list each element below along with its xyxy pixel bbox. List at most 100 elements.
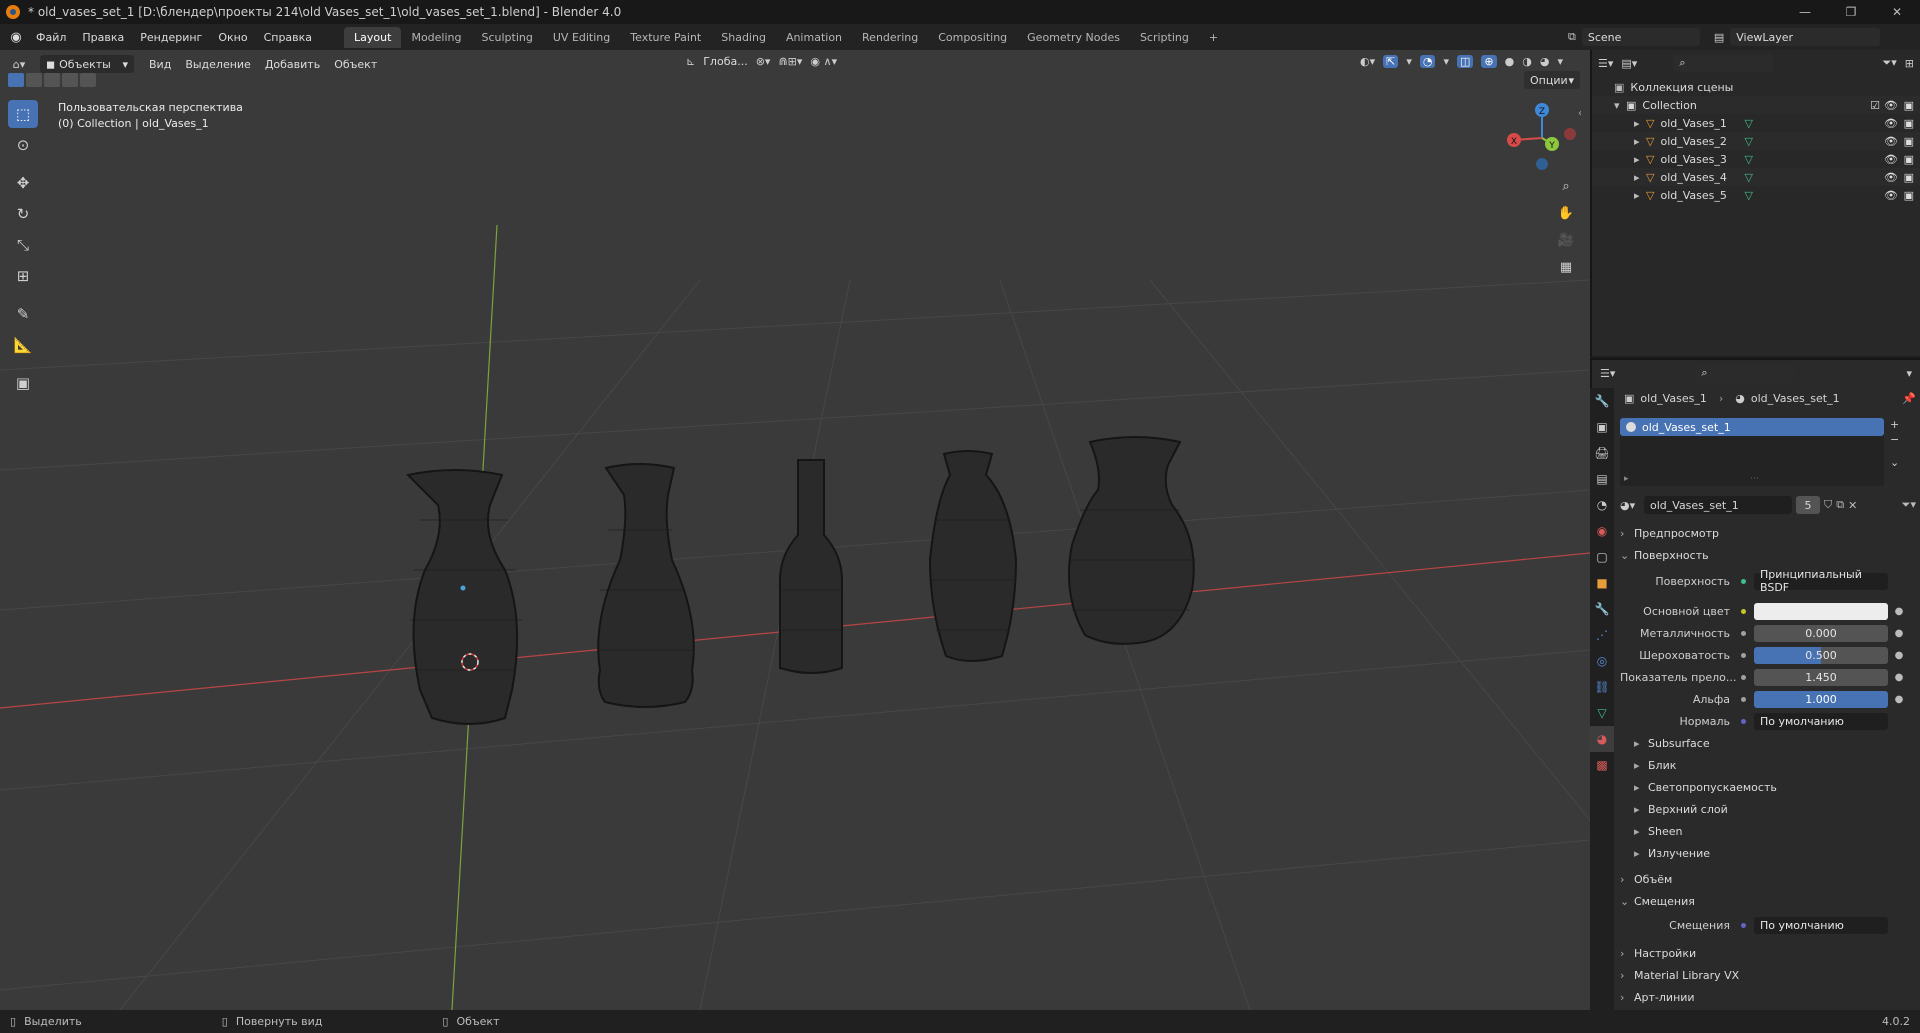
properties-search-input[interactable]: ⌕ — [1695, 364, 1796, 382]
section-preview[interactable]: › Предпросмотр — [1620, 522, 1916, 544]
resize-grip-icon[interactable]: ⋯ — [1750, 474, 1759, 484]
tab-uv-editing[interactable]: UV Editing — [543, 27, 620, 48]
subpanel-sheen[interactable]: ▸ Sheen — [1620, 820, 1916, 842]
menu-add[interactable]: Добавить — [258, 58, 327, 71]
visibility-icon[interactable]: ◐▾ — [1360, 55, 1375, 68]
outliner-item[interactable]: ▸ ▽ old_Vases_5 ▽ 👁 ▣ — [1592, 186, 1920, 204]
tab-texture-paint[interactable]: Texture Paint — [620, 27, 711, 48]
surface-shader-dropdown[interactable]: Принципиальный BSDF — [1754, 568, 1888, 594]
view-layer-icon[interactable]: ▤ — [1714, 31, 1724, 44]
xray-icon[interactable]: ◫ — [1457, 55, 1474, 68]
outliner-collection[interactable]: ▾ ▣ Collection ☑ 👁 ▣ — [1592, 96, 1920, 114]
alpha-slider[interactable]: 1.000 — [1754, 690, 1888, 708]
keyframe-dot-icon[interactable]: ● — [1894, 672, 1904, 683]
render-camera-icon[interactable]: ▣ — [1904, 117, 1914, 130]
socket-dot-icon[interactable] — [1738, 576, 1748, 586]
socket-dot-icon[interactable] — [1738, 606, 1748, 616]
scene-icon[interactable]: ⧉ — [1568, 30, 1576, 44]
tab-geometry-nodes[interactable]: Geometry Nodes — [1017, 27, 1130, 48]
zoom-icon[interactable]: ⌕ — [1554, 174, 1578, 198]
socket-dot-icon[interactable] — [1738, 920, 1748, 930]
menu-edit[interactable]: Правка — [74, 31, 132, 44]
3d-viewport[interactable] — [0, 50, 1590, 1010]
section-lineart[interactable]: › Арт-линии — [1620, 986, 1916, 1008]
keyframe-dot-icon[interactable]: ● — [1894, 650, 1904, 661]
tab-layout[interactable]: Layout — [344, 26, 402, 48]
view-layer-field[interactable]: ViewLayer — [1730, 28, 1881, 46]
collection-tab-icon[interactable]: ▢ — [1590, 544, 1614, 570]
remove-slot-icon[interactable]: − — [1890, 433, 1899, 446]
rotate-tool-icon[interactable]: ↻ — [8, 200, 38, 228]
material-name-field[interactable]: old_Vases_set_1 — [1644, 496, 1792, 514]
eye-icon[interactable]: 👁 — [1884, 99, 1898, 112]
constraints-tab-icon[interactable]: ⛓ — [1590, 674, 1614, 700]
proportional-edit-icon[interactable]: ◉ ∧▾ — [810, 55, 837, 68]
socket-dot-icon[interactable] — [1738, 672, 1748, 682]
select-intersect-icon[interactable] — [80, 73, 96, 87]
expand-chevron-icon[interactable]: ▸ — [1634, 135, 1646, 148]
gizmo-toggle-icon[interactable]: ⇱ — [1383, 55, 1399, 68]
material-slot-list[interactable]: old_Vases_set_1 ▸ ⋯ — [1620, 418, 1884, 486]
list-expand-icon[interactable]: ▸ — [1624, 474, 1629, 484]
tab-modeling[interactable]: Modeling — [401, 27, 471, 48]
keyframe-dot-icon[interactable]: ● — [1894, 606, 1904, 617]
scale-tool-icon[interactable]: ⤡ — [8, 231, 38, 259]
add-cube-tool-icon[interactable]: ▣ — [8, 369, 38, 397]
menu-file[interactable]: Файл — [28, 31, 74, 44]
object-tab-icon[interactable]: ■ — [1590, 570, 1614, 596]
camera-view-icon[interactable]: 🎥 — [1554, 228, 1578, 252]
socket-dot-icon[interactable] — [1738, 694, 1748, 704]
wireframe-shading-icon[interactable]: ⊕ — [1481, 55, 1497, 68]
section-displacement[interactable]: ⌄ Смещения — [1620, 890, 1916, 912]
eye-icon[interactable]: 👁 — [1884, 153, 1898, 166]
material-browse-icon[interactable]: ◕▾ — [1620, 499, 1640, 512]
socket-dot-icon[interactable] — [1738, 650, 1748, 660]
outliner-item[interactable]: ▸ ▽ old_Vases_1 ▽ 👁 ▣ — [1592, 114, 1920, 132]
unlink-material-icon[interactable]: ✕ — [1848, 499, 1857, 512]
blender-menu-icon[interactable]: ◉ — [4, 30, 28, 45]
data-tab-icon[interactable]: ▽ — [1590, 700, 1614, 726]
material-shading-icon[interactable]: ◑ — [1522, 55, 1532, 68]
add-workspace-icon[interactable]: + — [1199, 27, 1228, 48]
socket-dot-icon[interactable] — [1738, 628, 1748, 638]
subpanel-transmission[interactable]: ▸ Светопропускаемость — [1620, 776, 1916, 798]
solid-shading-icon[interactable]: ● — [1505, 55, 1515, 68]
menu-render[interactable]: Рендеринг — [132, 31, 210, 44]
scene-tab-icon[interactable]: ◔ — [1590, 492, 1614, 518]
eye-icon[interactable]: 👁 — [1884, 117, 1898, 130]
cursor-tool-icon[interactable]: ⊙ — [8, 131, 38, 159]
outliner-root[interactable]: ▣ Коллекция сцены — [1592, 78, 1920, 96]
outliner-item[interactable]: ▸ ▽ old_Vases_3 ▽ 👁 ▣ — [1592, 150, 1920, 168]
tab-shading[interactable]: Shading — [711, 27, 776, 48]
section-volume[interactable]: › Объём — [1620, 868, 1916, 890]
displacement-field[interactable]: По умолчанию — [1754, 916, 1888, 934]
outliner-search-input[interactable]: ⌕ — [1673, 54, 1774, 72]
ior-slider[interactable]: 1.450 — [1754, 668, 1888, 686]
properties-options-icon[interactable]: ▾ — [1906, 367, 1912, 380]
subpanel-coat[interactable]: ▸ Верхний слой — [1620, 798, 1916, 820]
add-slot-icon[interactable]: + — [1890, 418, 1899, 431]
material-tab-icon[interactable]: ◕ — [1590, 726, 1614, 752]
section-surface[interactable]: ⌄ Поверхность — [1620, 544, 1916, 566]
texture-tab-icon[interactable]: ▩ — [1590, 752, 1614, 778]
render-camera-icon[interactable]: ▣ — [1904, 171, 1914, 184]
measure-tool-icon[interactable]: 📐 — [8, 331, 38, 359]
rendered-shading-icon[interactable]: ◕ — [1540, 55, 1550, 68]
pivot-icon[interactable]: ⊗▾ — [756, 55, 771, 68]
render-camera-icon[interactable]: ▣ — [1904, 153, 1914, 166]
keyframe-dot-icon[interactable]: ● — [1894, 694, 1904, 705]
view-layer-tab-icon[interactable]: ▤ — [1590, 466, 1614, 492]
properties-editor-icon[interactable]: ☰▾ — [1600, 367, 1615, 380]
menu-object[interactable]: Объект — [327, 58, 384, 71]
minimize-icon[interactable]: — — [1782, 0, 1828, 24]
keyframe-dot-icon[interactable]: ● — [1894, 628, 1904, 639]
sidebar-toggle-icon[interactable]: ‹ — [1578, 108, 1582, 119]
editor-type-icon[interactable]: ⌂▾ — [6, 58, 32, 71]
menu-window[interactable]: Окно — [210, 31, 255, 44]
mode-selector[interactable]: ◼ Объекты ▾ — [40, 55, 134, 73]
base-color-swatch[interactable] — [1754, 602, 1888, 620]
outliner-item[interactable]: ▸ ▽ old_Vases_4 ▽ 👁 ▣ — [1592, 168, 1920, 186]
metallic-slider[interactable]: 0.000 — [1754, 624, 1888, 642]
snap-icon[interactable]: ⋒⊞▾ — [778, 55, 802, 68]
eye-icon[interactable]: 👁 — [1884, 171, 1898, 184]
